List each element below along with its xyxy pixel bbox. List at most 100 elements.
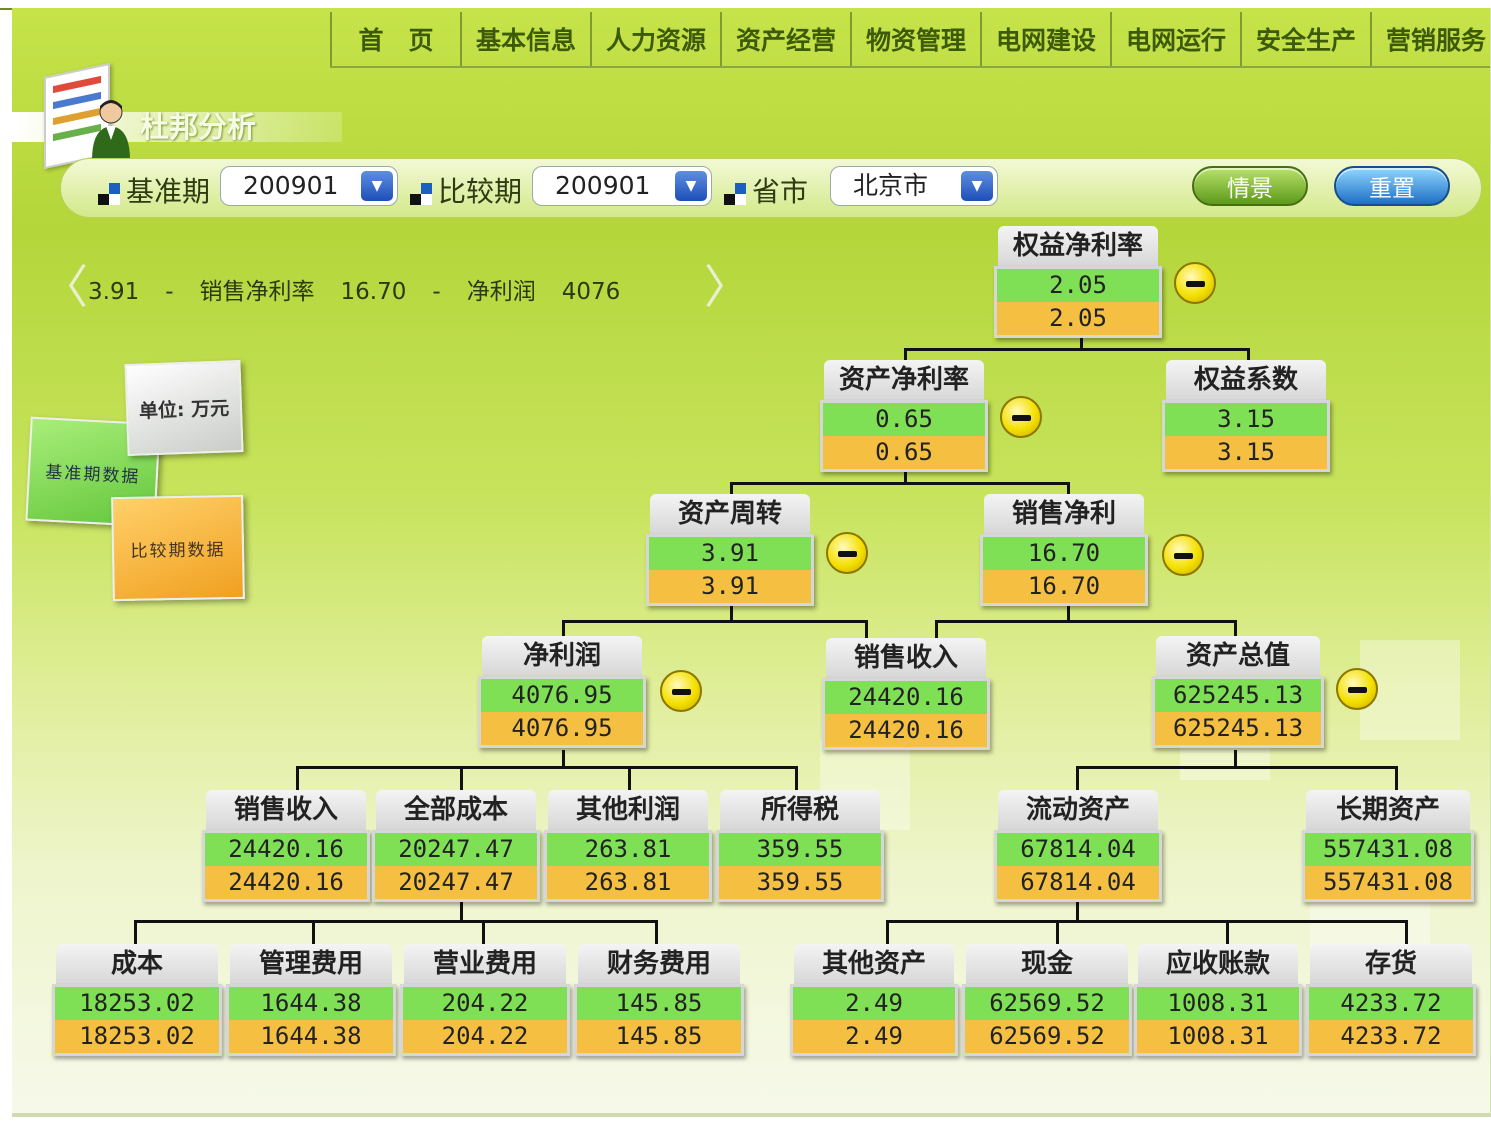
connector-line <box>296 766 299 790</box>
dropdown-arrow-icon[interactable]: ▼ <box>361 171 393 201</box>
connector-line <box>795 766 798 790</box>
node-label: 销售收入 <box>206 790 366 830</box>
connector-line <box>1076 902 1079 922</box>
node-label: 权益系数 <box>1166 360 1326 400</box>
connector-line <box>886 920 889 946</box>
nav-hr[interactable]: 人力资源 <box>590 12 720 66</box>
chevron-right-icon[interactable]: 〉 <box>704 264 750 310</box>
compare-value: 2.49 <box>793 1020 955 1053</box>
node-net-profit[interactable]: 净利润 4076.95 4076.95 <box>478 636 646 748</box>
node-finance-expense[interactable]: 财务费用 145.85 145.85 <box>574 944 744 1056</box>
node-current-assets[interactable]: 流动资产 67814.04 67814.04 <box>994 790 1162 902</box>
node-label: 营业费用 <box>404 944 566 984</box>
page-title: 杜邦分析 <box>140 110 257 144</box>
collapse-icon[interactable] <box>826 532 868 574</box>
node-net-profit-margin[interactable]: 销售净利 16.70 16.70 <box>980 494 1148 606</box>
node-cost[interactable]: 成本 18253.02 18253.02 <box>52 944 222 1056</box>
node-label: 资产周转 <box>650 494 810 534</box>
node-label: 资产净利率 <box>824 360 984 400</box>
node-inventory[interactable]: 存货 4233.72 4233.72 <box>1306 944 1476 1056</box>
node-receivables[interactable]: 应收账款 1008.31 1008.31 <box>1134 944 1302 1056</box>
dropdown-arrow-icon[interactable]: ▼ <box>961 171 993 201</box>
compare-period-select[interactable]: 200901 ▼ <box>532 166 712 206</box>
node-cash[interactable]: 现金 62569.52 62569.52 <box>962 944 1132 1056</box>
base-value: 145.85 <box>577 987 741 1020</box>
node-equity-multiplier[interactable]: 权益系数 3.15 3.15 <box>1162 360 1330 472</box>
node-admin-expense[interactable]: 管理费用 1644.38 1644.38 <box>226 944 396 1056</box>
compare-value: 359.55 <box>719 866 881 899</box>
connector-line <box>904 348 1250 351</box>
node-label: 销售净利 <box>984 494 1144 534</box>
nav-marketing-service[interactable]: 营销服务 <box>1370 12 1491 66</box>
nav-home[interactable]: 首 页 <box>330 12 460 66</box>
collapse-icon[interactable] <box>1336 668 1378 710</box>
nav-material-management[interactable]: 物资管理 <box>850 12 980 66</box>
compare-value: 263.81 <box>547 866 709 899</box>
province-select[interactable]: 北京市 ▼ <box>830 166 998 206</box>
compare-value: 2.05 <box>997 302 1159 335</box>
nav-grid-operation[interactable]: 电网运行 <box>1110 12 1240 66</box>
node-asset-turnover[interactable]: 资产周转 3.91 3.91 <box>646 494 814 606</box>
connector-line <box>482 920 485 946</box>
legend-compare-period: 比较期数据 <box>111 494 245 602</box>
unit-label: 单位: 万元 <box>124 360 244 456</box>
base-value: 62569.52 <box>965 987 1129 1020</box>
node-label: 资产总值 <box>1156 636 1320 676</box>
scene-button[interactable]: 情景 <box>1192 166 1308 206</box>
node-label: 全部成本 <box>376 790 536 830</box>
base-period-label: 基准期 <box>98 170 210 210</box>
node-label: 其他利润 <box>548 790 708 830</box>
collapse-icon[interactable] <box>1162 534 1204 576</box>
compare-value: 3.15 <box>1165 436 1327 469</box>
main-nav: 首 页 基本信息 人力资源 资产经营 物资管理 电网建设 电网运行 安全生产 营… <box>330 12 1491 66</box>
node-selling-expense[interactable]: 营业费用 204.22 204.22 <box>400 944 570 1056</box>
nav-asset-operation[interactable]: 资产经营 <box>720 12 850 66</box>
node-return-on-equity[interactable]: 权益净利率 2.05 2.05 <box>994 226 1162 338</box>
base-value: 4233.72 <box>1309 987 1473 1020</box>
compare-value: 62569.52 <box>965 1020 1129 1053</box>
node-long-term-assets[interactable]: 长期资产 557431.08 557431.08 <box>1302 790 1474 902</box>
nav-grid-construction[interactable]: 电网建设 <box>980 12 1110 66</box>
base-value: 18253.02 <box>55 987 219 1020</box>
connector-line <box>296 766 798 769</box>
nav-basic-info[interactable]: 基本信息 <box>460 12 590 66</box>
node-total-assets[interactable]: 资产总值 625245.13 625245.13 <box>1152 636 1324 748</box>
node-total-cost[interactable]: 全部成本 20247.47 20247.47 <box>372 790 540 902</box>
base-value: 3.15 <box>1165 403 1327 436</box>
connector-line <box>460 902 463 922</box>
node-other-profit[interactable]: 其他利润 263.81 263.81 <box>544 790 712 902</box>
base-value: 359.55 <box>719 833 881 866</box>
dupont-analysis-page: 首 页 基本信息 人力资源 资产经营 物资管理 电网建设 电网运行 安全生产 营… <box>0 0 1491 1125</box>
compare-value: 145.85 <box>577 1020 741 1053</box>
reset-button[interactable]: 重置 <box>1334 166 1450 206</box>
base-value: 625245.13 <box>1155 679 1321 712</box>
chevron-left-icon[interactable]: 〈 <box>42 264 88 310</box>
node-label: 流动资产 <box>998 790 1158 830</box>
nav-safety-production[interactable]: 安全生产 <box>1240 12 1370 66</box>
node-other-assets[interactable]: 其他资产 2.49 2.49 <box>790 944 958 1056</box>
collapse-icon[interactable] <box>1174 262 1216 304</box>
connector-line <box>1395 766 1398 790</box>
node-revenue[interactable]: 销售收入 24420.16 24420.16 <box>822 638 990 750</box>
node-label: 权益净利率 <box>998 226 1158 266</box>
base-period-select[interactable]: 200901 ▼ <box>220 166 398 206</box>
collapse-icon[interactable] <box>1000 396 1042 438</box>
connector-line <box>562 620 868 623</box>
node-sales-income[interactable]: 销售收入 24420.16 24420.16 <box>202 790 370 902</box>
base-value: 24420.16 <box>205 833 367 866</box>
compare-value: 67814.04 <box>997 866 1159 899</box>
compare-value: 4076.95 <box>481 712 643 745</box>
base-value: 67814.04 <box>997 833 1159 866</box>
node-label: 应收账款 <box>1138 944 1298 984</box>
dropdown-arrow-icon[interactable]: ▼ <box>675 171 707 201</box>
collapse-icon[interactable] <box>660 670 702 712</box>
connector-line <box>886 920 1408 923</box>
node-income-tax[interactable]: 所得税 359.55 359.55 <box>716 790 884 902</box>
connector-line <box>1226 920 1229 946</box>
connector-line <box>460 766 463 790</box>
connector-line <box>1076 766 1398 769</box>
compare-value: 1008.31 <box>1137 1020 1299 1053</box>
compare-value: 4233.72 <box>1309 1020 1473 1053</box>
node-return-on-assets[interactable]: 资产净利率 0.65 0.65 <box>820 360 988 472</box>
connector-line <box>1076 766 1079 790</box>
